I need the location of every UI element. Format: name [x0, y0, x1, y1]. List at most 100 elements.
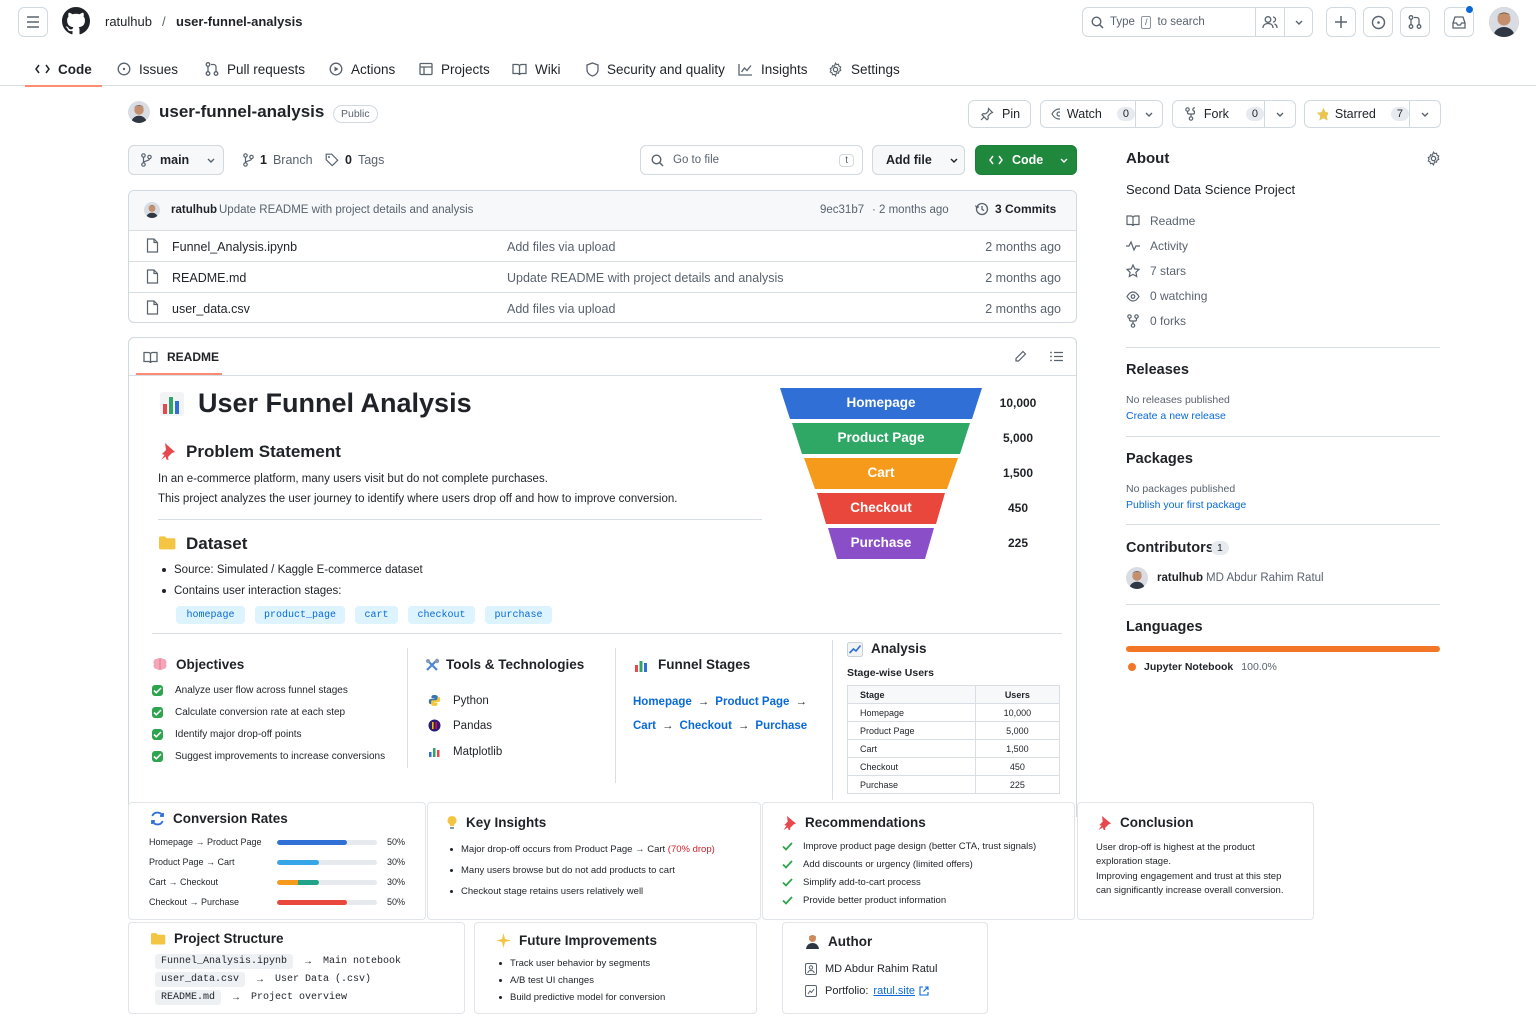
- problem-text-1: In an e-commerce platform, many users vi…: [158, 473, 548, 485]
- file-row[interactable]: README.md Update README with project deta…: [129, 261, 1076, 292]
- objective-text: Calculate conversion rate at each step: [175, 707, 346, 718]
- stage-link[interactable]: Cart: [633, 720, 656, 732]
- commit-author[interactable]: ratulhub: [171, 204, 217, 216]
- repo-title[interactable]: user-funnel-analysis: [159, 102, 324, 122]
- inbox-icon: [1452, 16, 1466, 29]
- edit-about-button[interactable]: [1426, 151, 1441, 166]
- global-search[interactable]: Type / to search: [1082, 7, 1256, 37]
- top-header: ratulhub / user-funnel-analysis Type / t…: [0, 0, 1536, 44]
- pin-button[interactable]: Pin: [968, 100, 1031, 128]
- file-name[interactable]: user_data.csv: [172, 302, 250, 316]
- create-new-button[interactable]: [1326, 7, 1356, 37]
- fork-dropdown[interactable]: [1264, 100, 1296, 128]
- repo-owner-avatar: [128, 101, 150, 123]
- users-cell: 10,000: [974, 703, 1061, 722]
- file-commit-message[interactable]: Add files via upload: [507, 302, 615, 316]
- table-row: Checkout 450: [847, 757, 1061, 776]
- language-item[interactable]: Jupyter Notebook 100.0%: [1128, 661, 1277, 673]
- pushpin-icon: [1098, 816, 1111, 830]
- owner-link[interactable]: ratulhub: [105, 14, 152, 29]
- edit-readme-button[interactable]: [1014, 350, 1027, 363]
- tab-actions[interactable]: Actions: [329, 52, 395, 86]
- tab-projects[interactable]: Projects: [419, 52, 490, 86]
- fork-button[interactable]: Fork 0: [1172, 100, 1265, 128]
- commit-message[interactable]: Update README with project details and a…: [219, 204, 473, 216]
- publish-package-link[interactable]: Publish your first package: [1126, 499, 1246, 511]
- menu-button[interactable]: [18, 7, 48, 37]
- commits-link[interactable]: 3 Commits: [975, 202, 1056, 216]
- packages-heading[interactable]: Packages: [1126, 451, 1193, 467]
- no-packages-text: No packages published: [1126, 483, 1236, 495]
- portfolio-link[interactable]: ratul.site: [873, 985, 915, 997]
- branch-selector[interactable]: main: [128, 145, 224, 175]
- file-name[interactable]: Funnel_Analysis.ipynb: [172, 240, 297, 254]
- user-avatar[interactable]: [1489, 7, 1519, 37]
- sidebar-divider: [1126, 347, 1440, 348]
- file-commit-message[interactable]: Add files via upload: [507, 240, 615, 254]
- recommendation-item: Improve product page design (better CTA,…: [782, 841, 1036, 852]
- stage-link[interactable]: Product Page: [715, 696, 789, 708]
- star-dropdown[interactable]: [1409, 100, 1441, 128]
- table-row: Cart 1,500: [847, 739, 1061, 758]
- tab-insights[interactable]: Insights: [738, 52, 808, 86]
- contributor-login[interactable]: ratulhub: [1157, 572, 1203, 584]
- tab-security[interactable]: Security and quality: [586, 52, 725, 86]
- arrow: →: [303, 956, 314, 967]
- github-logo-icon[interactable]: [62, 7, 90, 35]
- bullet: [162, 589, 166, 593]
- issues-button[interactable]: [1363, 7, 1393, 37]
- sidebar-item-stars[interactable]: 7 stars: [1126, 264, 1186, 278]
- watch-button[interactable]: Watch 0: [1040, 100, 1136, 128]
- external-link-icon[interactable]: [919, 986, 929, 996]
- file-commit-message[interactable]: Update README with project details and a…: [507, 271, 784, 285]
- pull-requests-button[interactable]: [1400, 7, 1430, 37]
- sidebar-item-readme[interactable]: Readme: [1126, 214, 1195, 228]
- sidebar-item-forks[interactable]: 0 forks: [1126, 314, 1186, 328]
- copilot-dropdown[interactable]: [1284, 7, 1313, 37]
- stage-link[interactable]: Checkout: [680, 720, 732, 732]
- sidebar-item-label: 7 stars: [1150, 264, 1187, 278]
- funnel-segment: Cart: [802, 458, 960, 489]
- chevron-down-icon: [1060, 158, 1068, 163]
- checkmark-icon: [782, 896, 793, 905]
- tab-settings[interactable]: Settings: [828, 52, 900, 86]
- contributors-heading[interactable]: Contributors: [1126, 540, 1214, 556]
- go-to-file-input[interactable]: Go to file t: [640, 145, 863, 175]
- starred-button[interactable]: Starred 7: [1304, 100, 1410, 128]
- readme-tab[interactable]: README: [143, 350, 219, 364]
- tab-code[interactable]: Code: [25, 52, 102, 87]
- branches-link[interactable]: 1 Branch: [243, 153, 313, 167]
- tab-issues[interactable]: Issues: [117, 52, 178, 86]
- code-button[interactable]: Code: [975, 145, 1077, 175]
- objective-text: Analyze user flow across funnel stages: [175, 685, 348, 696]
- file-row[interactable]: user_data.csv Add files via upload 2 month…: [129, 292, 1076, 322]
- file-row[interactable]: Funnel_Analysis.ipynb Add files via uploa…: [129, 230, 1076, 261]
- repo-link[interactable]: user-funnel-analysis: [176, 14, 302, 29]
- add-file-button[interactable]: Add file: [872, 145, 965, 175]
- table-row: Product Page 5,000: [847, 721, 1061, 740]
- tab-wiki-label: Wiki: [535, 61, 561, 77]
- stage-link[interactable]: Homepage: [633, 696, 692, 708]
- outline-button[interactable]: [1050, 351, 1063, 362]
- tab-actions-label: Actions: [351, 61, 396, 77]
- contributor-avatar[interactable]: [1126, 567, 1148, 589]
- fork-label: Fork: [1203, 107, 1229, 121]
- sidebar-item-activity[interactable]: Activity: [1126, 239, 1188, 253]
- tags-link[interactable]: 0 Tags: [325, 153, 384, 167]
- stages-text: Contains user interaction stages:: [174, 585, 342, 597]
- stage-link[interactable]: Purchase: [755, 720, 807, 732]
- stage-chip: checkout: [408, 606, 475, 624]
- file-name[interactable]: README.md: [172, 271, 246, 285]
- copilot-button[interactable]: [1255, 7, 1285, 37]
- watch-dropdown[interactable]: [1135, 100, 1163, 128]
- watch-label: Watch: [1066, 107, 1102, 121]
- tab-pull-requests[interactable]: Pull requests: [205, 52, 305, 86]
- file-time: 2 months ago: [985, 271, 1061, 285]
- tab-wiki[interactable]: Wiki: [512, 52, 561, 86]
- commit-hash[interactable]: 9ec31b7: [820, 204, 864, 216]
- insight-drop: (70% drop): [667, 844, 715, 855]
- funnel-label: Cart: [867, 465, 895, 480]
- releases-heading[interactable]: Releases: [1126, 362, 1189, 378]
- sidebar-item-watching[interactable]: 0 watching: [1126, 289, 1207, 303]
- create-release-link[interactable]: Create a new release: [1126, 410, 1226, 422]
